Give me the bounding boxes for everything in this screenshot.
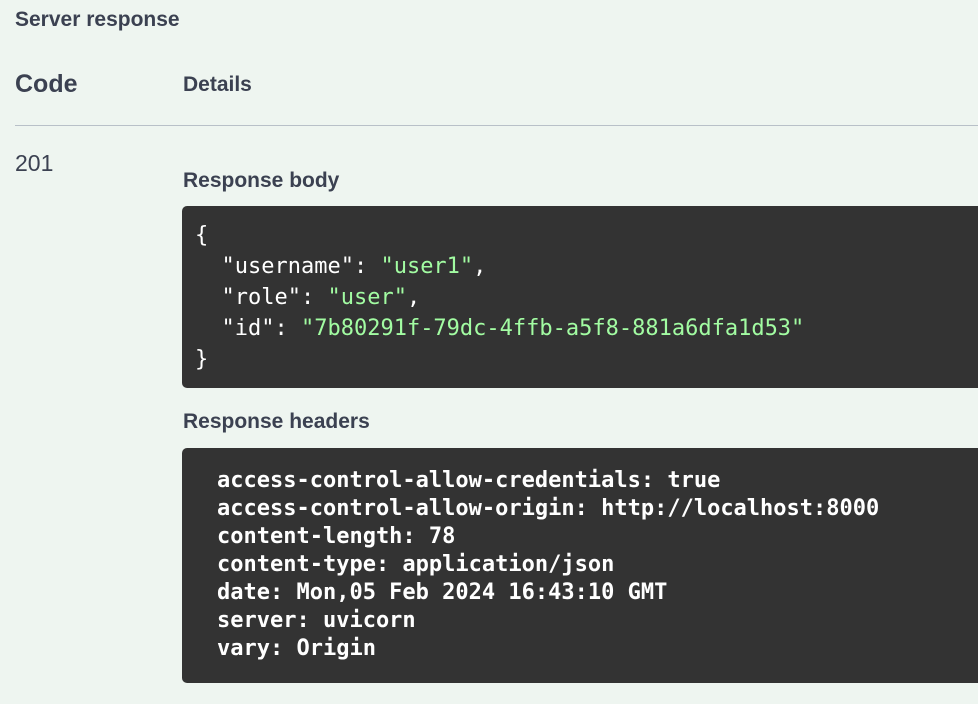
response-body-heading: Response body: [183, 169, 340, 192]
json-string-value: "user1": [380, 254, 474, 279]
response-headers-code-block[interactable]: access-control-allow-credentials: true a…: [182, 448, 978, 683]
json-comma: ,: [473, 254, 487, 279]
code-column-header: Code: [15, 70, 78, 98]
header-line: access-control-allow-credentials: true: [217, 468, 721, 493]
json-close-brace: }: [195, 347, 209, 372]
json-separator: :: [274, 316, 301, 341]
json-line-id: "id": "7b80291f-79dc-4ffb-a5f8-881a6dfa1…: [195, 313, 978, 344]
json-separator: :: [300, 285, 328, 310]
json-line-username: "username": "user1",: [195, 251, 978, 282]
response-body-code-block[interactable]: { "username": "user1", "role": "user", "…: [182, 206, 978, 388]
json-string-value: "7b80291f-79dc-4ffb-a5f8-881a6dfa1d53": [300, 316, 805, 341]
header-line: access-control-allow-origin: http://loca…: [217, 496, 880, 521]
json-line-role: "role": "user",: [195, 282, 978, 313]
response-headers-heading: Response headers: [183, 410, 370, 433]
json-separator: :: [353, 254, 381, 279]
json-open-brace: {: [195, 223, 209, 248]
json-key: "role": [221, 285, 301, 310]
details-column-header: Details: [183, 73, 252, 96]
header-line: date: Mon,05 Feb 2024 16:43:10 GMT: [217, 580, 668, 605]
json-comma: ,: [406, 285, 421, 310]
status-code: 201: [15, 150, 54, 176]
header-line: vary: Origin: [217, 636, 376, 661]
server-response-title: Server response: [15, 8, 180, 31]
json-key: "username": [221, 254, 354, 279]
header-divider: [15, 125, 978, 126]
json-key: "id": [221, 316, 275, 341]
header-line: content-length: 78: [217, 524, 456, 549]
header-line: server: uvicorn: [217, 608, 416, 633]
json-string-value: "user": [327, 285, 407, 310]
header-line: content-type: application/json: [217, 552, 615, 577]
